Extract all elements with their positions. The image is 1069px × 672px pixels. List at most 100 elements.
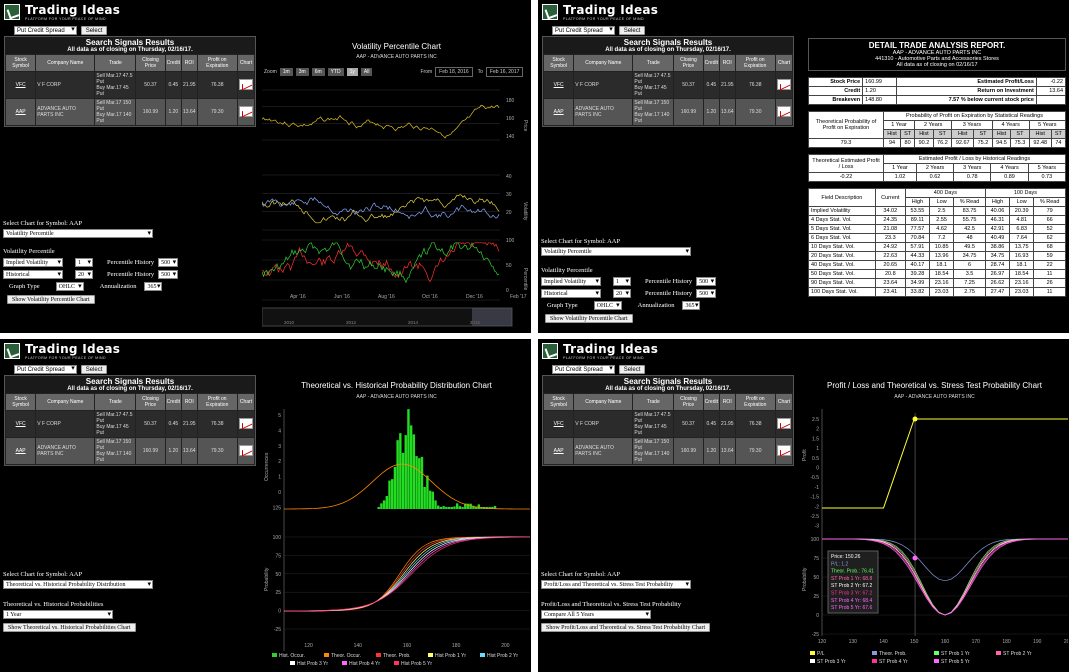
ph1-input[interactable]: 500	[158, 258, 179, 267]
chart-type-select[interactable]: Volatility Percentile	[3, 229, 153, 238]
ph2-input[interactable]: 500	[158, 270, 179, 279]
brand-logo: Trading Ideas PLATFORM FOR YOUR PEACE OF …	[542, 3, 658, 21]
field-cell: 55.75	[953, 215, 986, 225]
probability-chart: 5 4 3 2 1 0 125 100 75 50 25 0 -25 Occurrences Probabi…	[262, 401, 530, 671]
select-button[interactable]: Select	[80, 365, 108, 374]
column-header: Credit	[164, 393, 183, 411]
st-header: ST	[900, 129, 916, 139]
iv-select[interactable]: Implied Volatility	[3, 258, 63, 267]
chart-icon[interactable]	[776, 417, 791, 429]
iv-select[interactable]: Implied Volatility	[541, 277, 601, 286]
graph-type-select[interactable]: OHLC	[593, 301, 622, 310]
chart-icon[interactable]	[238, 78, 253, 90]
strategy-select[interactable]: Put Credit Spread	[14, 365, 77, 374]
symbol-link[interactable]: AAP	[542, 98, 575, 126]
select-button[interactable]: Select	[618, 365, 646, 374]
chart-icon[interactable]	[238, 444, 253, 456]
field-cell: 16.93	[1009, 251, 1035, 261]
y-tick-label: 2	[278, 459, 281, 465]
strategy-select[interactable]: Put Credit Spread	[552, 365, 615, 374]
chart-icon[interactable]	[238, 417, 253, 429]
histogram-bar	[391, 479, 394, 509]
hv-select[interactable]: Historical Volatility	[541, 289, 601, 305]
y-axis-label: Occurrences	[264, 452, 270, 481]
period-select[interactable]: 1 Year	[3, 610, 113, 619]
summary-value: 148.80	[862, 95, 897, 105]
credit-cell: 0.45	[702, 410, 721, 438]
chart-icon[interactable]	[776, 78, 791, 90]
symbol-link[interactable]: VFC	[542, 410, 575, 438]
annualization-input[interactable]: 365	[144, 282, 163, 291]
chart-icon[interactable]	[776, 444, 791, 456]
zoom-button[interactable]: 1y	[346, 68, 358, 76]
sub-header: High	[984, 197, 1011, 207]
ph2-input[interactable]: 500	[696, 289, 717, 298]
chart-type-select[interactable]: Volatility Percentile	[541, 247, 691, 256]
estimate-table: Theoretical Estimated Profit / Loss Estim…	[808, 154, 1067, 182]
trade-leg: Sell Mar.17 150 Put	[634, 439, 670, 451]
zoom-button[interactable]: 3m	[295, 68, 309, 76]
symbol-link[interactable]: VFC	[4, 71, 37, 99]
zoom-button[interactable]: All	[360, 68, 373, 76]
to-date[interactable]: Feb 16, 2017	[485, 67, 524, 77]
select-button[interactable]: Select	[618, 26, 646, 35]
strategy-select[interactable]: Put Credit Spread	[552, 26, 615, 35]
field-cell: 23.64	[874, 278, 906, 288]
chart-type-select[interactable]: Profit/Loss and Theoretical vs. Stress T…	[541, 580, 691, 589]
annualization-input[interactable]: 365	[682, 301, 701, 310]
table-row: 4 Days Stat. Vol. 24.35 89.11 2.55 55.75 46.3…	[808, 215, 1066, 225]
hv-input[interactable]: 20	[75, 270, 93, 279]
histogram-bar	[412, 434, 416, 509]
period-select[interactable]: Compare All 5 Years	[541, 610, 651, 619]
zoom-button[interactable]: 1m	[279, 68, 293, 76]
prob-title: Theoretical Probability of Profit on Exp…	[808, 111, 884, 139]
symbol-link[interactable]: VFC	[4, 410, 37, 438]
x-tick-label: Apr '16	[290, 294, 306, 300]
show-volatility-chart-button[interactable]: Show Volatility Percentile Chart	[7, 295, 95, 304]
y-tick-label: 5	[278, 413, 281, 419]
symbol-link[interactable]: AAP	[4, 437, 37, 465]
histogram-bar	[439, 507, 443, 509]
hist-header: Hist	[1028, 129, 1052, 139]
brand-name: Trading Ideas	[563, 342, 659, 356]
chart-type-select[interactable]: Theoretical vs. Historical Probability D…	[3, 580, 153, 589]
zoom-button[interactable]: 6m	[311, 68, 325, 76]
y-tick-label: 100	[273, 535, 282, 541]
roi-cell: 13.64	[719, 437, 736, 465]
chart-icon[interactable]	[776, 105, 791, 117]
ph1-input[interactable]: 500	[696, 277, 717, 286]
probability-chart: 2.5 2 1.5 1 0.5 0 -0.5 -1 -1.5 -2 -2.5 -3 100 75 50 25 0…	[800, 401, 1068, 671]
hv-select[interactable]: Historical Volatility	[3, 270, 63, 286]
trade-leg: Buy Mar.17 45 Put	[96, 85, 129, 97]
legend-swatch	[428, 653, 433, 657]
show-chart-button[interactable]: Show Profit/Loss and Theoretical vs. Str…	[541, 623, 711, 632]
year-header: 5 Years	[1027, 163, 1067, 173]
zoom-button[interactable]: YTD	[327, 68, 344, 76]
graph-type-select[interactable]: OHLC	[55, 282, 84, 291]
y-tick-label: 0	[278, 490, 281, 496]
x-tick-label: 170	[972, 639, 981, 645]
field-cell: 18.1	[929, 260, 955, 270]
legend-swatch	[872, 651, 877, 655]
strategy-select[interactable]: Put Credit Spread	[14, 26, 77, 35]
signals-title: Search Signals Results	[85, 377, 175, 386]
from-date[interactable]: Feb 18, 2016	[435, 67, 473, 77]
y-tick-label: 0	[816, 466, 819, 472]
symbol-link[interactable]: VFC	[542, 71, 575, 99]
y-tick-label: 0.5	[812, 456, 819, 462]
iv-input[interactable]: 1	[613, 277, 631, 286]
prob-cell: 75.2	[973, 138, 993, 148]
show-chart-button[interactable]: Show Theoretical vs. Historical Probabil…	[3, 623, 136, 632]
symbol-link[interactable]: AAP	[4, 98, 37, 126]
show-volatility-chart-button[interactable]: Show Volatility Percentile Chart	[545, 314, 633, 323]
chart-icon[interactable]	[238, 105, 253, 117]
field-cell: 23.16	[929, 278, 955, 288]
column-header: Closing Price	[135, 54, 166, 72]
field-cell: 79	[1033, 206, 1066, 216]
tooltip-line: P/L: 1.2	[831, 561, 848, 567]
iv-input[interactable]: 1	[75, 258, 93, 267]
symbol-link[interactable]: AAP	[542, 437, 575, 465]
hv-input[interactable]: 20	[613, 289, 631, 298]
zoom-bar: Zoom 1m 3m 6m YTD 1y All From Feb 18, 2016 To F…	[264, 67, 524, 77]
select-button[interactable]: Select	[80, 26, 108, 35]
